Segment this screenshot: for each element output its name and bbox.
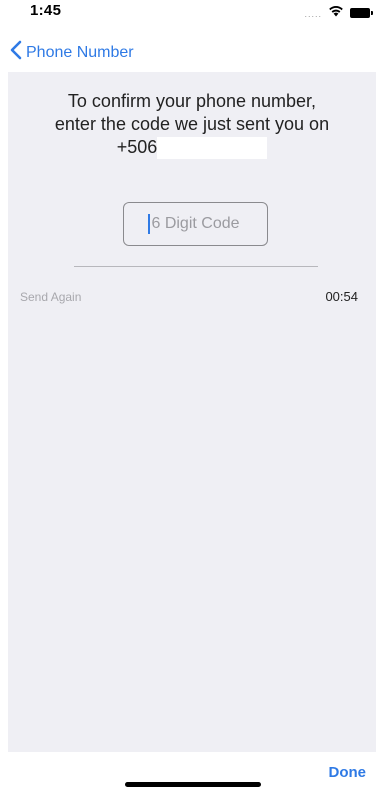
done-button[interactable]: Done: [329, 764, 367, 781]
instruction-text: To confirm your phone number, enter the …: [8, 90, 376, 159]
nav-bar: Phone Number: [0, 32, 384, 72]
status-bar: 1:45 .....: [0, 0, 384, 30]
verification-panel: To confirm your phone number, enter the …: [8, 72, 376, 752]
back-button[interactable]: Phone Number: [10, 40, 134, 65]
status-indicators: .....: [304, 4, 373, 22]
back-button-label: Phone Number: [26, 43, 134, 61]
bottom-toolbar: Done: [0, 752, 384, 789]
instruction-line-1: To confirm your phone number,: [67, 91, 317, 111]
phone-number-line: +506: [117, 136, 268, 159]
divider: [74, 266, 318, 267]
phone-number-redacted: [157, 136, 268, 159]
screen: 1:45 ..... Phone Number To confirm your …: [0, 0, 384, 789]
battery-icon: [350, 8, 373, 18]
code-input-field[interactable]: [123, 202, 268, 246]
chevron-left-icon: [10, 40, 22, 65]
code-input[interactable]: [124, 203, 267, 245]
phone-prefix: +506: [116, 137, 158, 157]
resend-timer: 00:54: [325, 289, 358, 304]
wifi-icon: [328, 4, 344, 22]
signal-dots-icon: .....: [304, 9, 322, 19]
text-cursor: [148, 214, 150, 234]
home-indicator[interactable]: [125, 782, 261, 787]
send-again-button[interactable]: Send Again: [20, 290, 81, 304]
instruction-line-2: enter the code we just sent you on: [54, 114, 330, 134]
status-time: 1:45: [30, 2, 62, 19]
